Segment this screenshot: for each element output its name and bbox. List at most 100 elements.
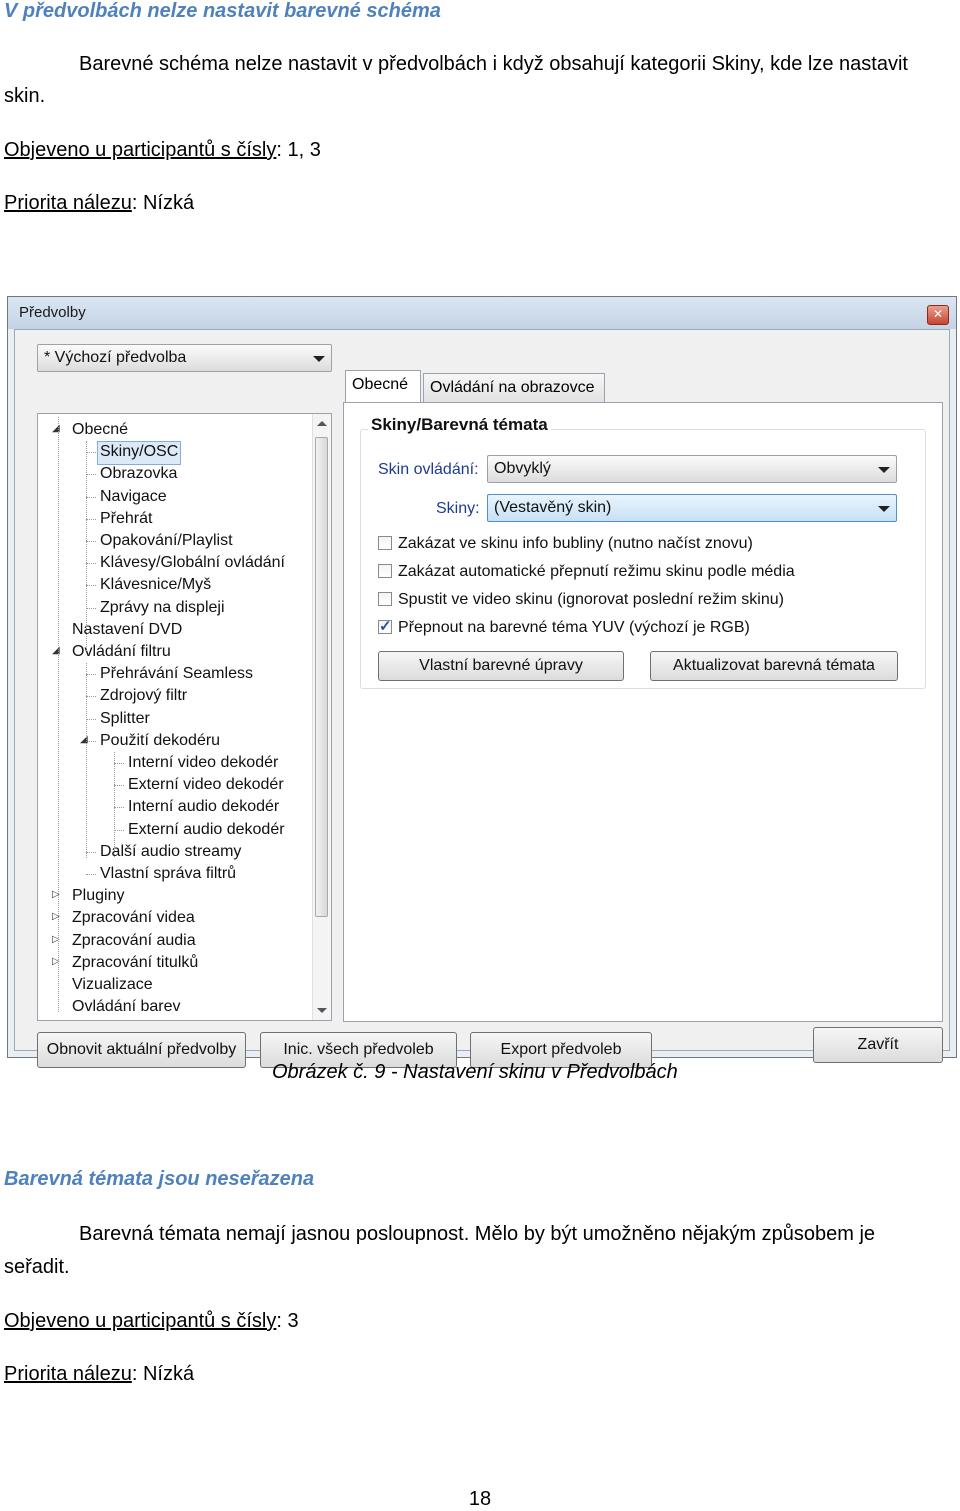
tree-guide xyxy=(86,441,87,651)
skins-select[interactable]: (Vestavěný skin) xyxy=(487,494,897,522)
reset-preferences-button[interactable]: Obnovit aktuální předvolby xyxy=(37,1032,246,1068)
figure-caption: Obrázek č. 9 - Nastavení skinu v Předvol… xyxy=(272,1061,678,1083)
tree-item[interactable]: Externí audio dekodér xyxy=(128,819,285,841)
priority-value: : Nízká xyxy=(131,1363,195,1385)
found-value: : 1, 3 xyxy=(276,139,321,161)
skin-control-label: Skin ovládání: xyxy=(378,461,479,478)
dialog-client: * Výchozí předvolba Obecné ◢ Skiny/OSC Obra… xyxy=(14,329,950,1068)
tree-item[interactable]: Splitter xyxy=(100,708,150,730)
preset-value: * Výchozí předvolba xyxy=(44,349,187,366)
tree-item[interactable]: Zpracování titulků xyxy=(72,952,198,974)
scroll-up-icon[interactable] xyxy=(317,421,327,426)
tree-item[interactable]: Opakování/Playlist xyxy=(100,530,233,552)
checkbox-disable-bubbles[interactable]: Zakázat ve skinu info bubliny (nutno nač… xyxy=(378,533,753,555)
section1-paragraph-line2: skin. xyxy=(4,85,46,107)
tree-item[interactable]: Zpracování videa xyxy=(72,907,195,929)
checkbox-box[interactable] xyxy=(378,592,392,606)
priority-value: : Nízká xyxy=(131,192,195,214)
tree-item[interactable]: Zprávy na displeji xyxy=(100,597,225,619)
tree-connector xyxy=(114,829,124,831)
found-value: : 3 xyxy=(276,1310,299,1332)
found-label: Objeveno u participantů s čísly xyxy=(4,1310,277,1332)
tree-scrollbar[interactable] xyxy=(312,414,331,1020)
chevron-down-icon xyxy=(878,506,890,512)
preset-select[interactable]: * Výchozí předvolba xyxy=(37,344,332,372)
tree-item[interactable]: Navigace xyxy=(100,486,167,508)
dialog-title: Předvolby xyxy=(19,304,86,321)
tree-item[interactable]: Ovládání barev xyxy=(72,996,181,1018)
chevron-down-icon xyxy=(313,356,325,362)
tree-item[interactable]: Interní video dekodér xyxy=(128,752,278,774)
tree-connector xyxy=(114,763,124,764)
tree-connector xyxy=(86,563,96,565)
tree-connector xyxy=(86,851,96,853)
tree-connector xyxy=(86,674,96,676)
tree-connector xyxy=(86,585,96,587)
checkbox-box[interactable] xyxy=(378,564,392,578)
checkbox-start-video-skin[interactable]: Spustit ve video skinu (ignorovat posled… xyxy=(378,589,784,611)
close-button[interactable]: Zavřít xyxy=(813,1027,943,1063)
close-icon[interactable]: ✕ xyxy=(927,305,949,325)
tree-guide xyxy=(114,752,115,857)
tree-guide xyxy=(58,417,59,1012)
tree-connector xyxy=(86,474,96,476)
tree-item[interactable]: Pluginy xyxy=(72,885,124,907)
tree-item[interactable]: Skiny/OSC xyxy=(97,441,182,466)
checkbox-box[interactable] xyxy=(378,536,392,550)
tree-connector xyxy=(114,785,124,787)
tab-panel: Skiny/Barevná témata Skin ovládání: Obvy… xyxy=(343,402,943,1022)
custom-color-button[interactable]: Vlastní barevné úpravy xyxy=(378,651,624,681)
section1-found-line: Objeveno u participantů s čísly: 1, 3 xyxy=(4,134,321,167)
group-title: Skiny/Barevná témata xyxy=(368,415,551,435)
tree-connector xyxy=(86,496,96,498)
priority-label: Priorita nálezu xyxy=(4,1363,132,1385)
section2-paragraph-line1: Barevná témata nemají jasnou posloupnost… xyxy=(79,1223,876,1245)
section1-priority-line: Priorita nálezu: Nízká xyxy=(4,187,194,220)
tree-item[interactable]: Použití dekodéru xyxy=(100,730,220,752)
section2-priority-line: Priorita nálezu: Nízká xyxy=(4,1358,194,1391)
priority-label: Priorita nálezu xyxy=(4,192,132,214)
tab-general[interactable]: Obecné xyxy=(345,370,421,403)
preferences-dialog: Předvolby ✕ * Výchozí předvolba Obecné ◢ S… xyxy=(7,296,957,1068)
tree-connector xyxy=(86,874,96,875)
tree-item[interactable]: Zdrojový filtr xyxy=(100,685,187,707)
tree-item[interactable]: Obecné xyxy=(72,419,128,441)
tree-connector xyxy=(86,541,96,542)
tree-item[interactable]: Přehrávání Seamless xyxy=(100,663,253,685)
refresh-themes-button[interactable]: Aktualizovat barevná témata xyxy=(650,651,898,681)
skins-label: Skiny: xyxy=(436,500,480,517)
tree-item[interactable]: Nastavení DVD xyxy=(72,619,182,641)
section2-heading: Barevná témata jsou neseřazena xyxy=(4,1168,315,1190)
tree-connector xyxy=(86,452,96,454)
tree-connector xyxy=(86,718,96,720)
tree-item[interactable]: Klávesy/Globální ovládání xyxy=(100,552,285,574)
tree-guide xyxy=(86,663,87,858)
scroll-thumb[interactable] xyxy=(315,437,328,917)
tree-connector xyxy=(86,696,96,698)
section2-paragraph-line2: seřadit. xyxy=(4,1256,70,1278)
checkbox-yuv-theme[interactable]: Přepnout na barevné téma YUV (výchozí je… xyxy=(378,616,750,639)
tab-osd-controls[interactable]: Ovládání na obrazovce xyxy=(423,373,605,403)
tree-connector xyxy=(114,807,124,809)
checkbox-box[interactable] xyxy=(378,616,392,638)
section1-paragraph-line1: Barevné schéma nelze nastavit v předvolb… xyxy=(79,53,908,75)
tree-connector xyxy=(86,518,96,520)
tree-item[interactable]: Interní audio dekodér xyxy=(128,796,279,818)
category-tree[interactable]: Obecné ◢ Skiny/OSC Obrazovka Navigace Přehrát… xyxy=(37,413,332,1021)
skins-value: (Vestavěný skin) xyxy=(494,499,612,516)
tree-item[interactable]: Další audio streamy xyxy=(100,841,241,863)
tree-item[interactable]: Klávesnice/Myš xyxy=(100,574,211,596)
checkbox-disable-auto-switch[interactable]: Zakázat automatické přepnutí režimu skin… xyxy=(378,561,795,583)
tree-connector xyxy=(86,607,96,609)
chevron-down-icon xyxy=(878,467,890,473)
tree-item[interactable]: Obrazovka xyxy=(100,463,177,485)
dialog-titlebar: Předvolby ✕ xyxy=(8,297,956,329)
skin-control-select[interactable]: Obvyklý xyxy=(487,455,897,483)
tree-item[interactable]: Vizualizace xyxy=(72,974,153,996)
scroll-down-icon[interactable] xyxy=(317,1008,327,1013)
found-label: Objeveno u participantů s čísly xyxy=(4,139,277,161)
tree-item[interactable]: Externí video dekodér xyxy=(128,774,284,796)
tree-item[interactable]: Zpracování audia xyxy=(72,930,196,952)
tree-item[interactable]: Vlastní správa filtrů xyxy=(100,863,236,885)
tree-item[interactable]: Přehrát xyxy=(100,508,152,530)
